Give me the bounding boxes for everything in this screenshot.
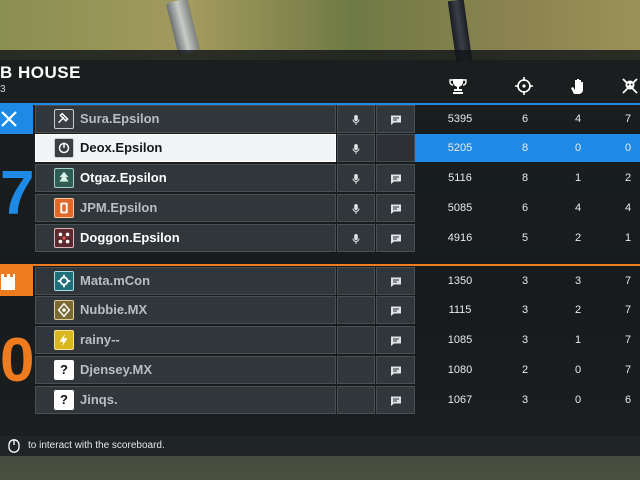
unknown-operator-icon: ? <box>54 390 74 410</box>
chat-icon[interactable] <box>390 304 402 316</box>
shield-operator-icon <box>54 198 74 218</box>
map-title: B HOUSE <box>0 63 81 82</box>
hammer-operator-icon <box>54 109 74 129</box>
player-row[interactable]: JPM.Epsilon 5085 6 4 4 <box>35 194 640 222</box>
player-name: Doggon.Epsilon <box>80 230 180 245</box>
player-deaths: 0 <box>624 142 632 154</box>
chat-icon[interactable] <box>390 202 402 214</box>
microphone-icon[interactable] <box>350 232 362 244</box>
player-name: Deox.Epsilon <box>80 140 163 155</box>
crosshair-icon <box>514 76 534 96</box>
player-name: rainy-- <box>80 332 120 347</box>
player-score: 1350 <box>447 275 473 287</box>
blue-team-badge <box>0 104 33 134</box>
player-score: 1115 <box>448 304 472 316</box>
mute-voice-cell[interactable] <box>337 296 375 324</box>
chat-icon[interactable] <box>390 334 402 346</box>
mute-voice-cell[interactable] <box>337 267 375 295</box>
chat-icon[interactable] <box>390 232 402 244</box>
drone-operator-icon <box>54 228 74 248</box>
trophy-icon <box>448 76 468 96</box>
player-row[interactable]: Deox.Epsilon 5205 8 0 0 <box>35 134 640 162</box>
player-deaths: 7 <box>624 275 632 287</box>
player-deaths: 7 <box>624 334 632 346</box>
gear-operator-icon <box>54 271 74 291</box>
blue-team-score: 7 <box>0 159 33 228</box>
orange-team-score: 0 <box>0 326 33 395</box>
player-row[interactable]: Nubbie.MX 1115 3 2 7 <box>35 296 640 324</box>
chat-icon[interactable] <box>390 172 402 184</box>
chat-icon[interactable] <box>390 275 402 287</box>
player-deaths: 2 <box>624 172 632 184</box>
microphone-icon[interactable] <box>350 142 362 154</box>
mute-voice-cell[interactable] <box>337 326 375 354</box>
mute-voice-cell[interactable] <box>337 356 375 384</box>
player-score: 4916 <box>447 232 473 244</box>
chat-icon[interactable] <box>390 394 402 406</box>
castle-icon <box>1 274 15 290</box>
player-deaths: 1 <box>624 232 632 244</box>
mute-voice-cell[interactable] <box>337 386 375 414</box>
player-name: Otgaz.Epsilon <box>80 170 167 185</box>
player-row[interactable]: Doggon.Epsilon 4916 5 2 1 <box>35 224 640 252</box>
bolt-operator-icon <box>54 330 74 350</box>
round-label: 3 <box>0 84 6 95</box>
player-row[interactable]: Otgaz.Epsilon 5116 8 1 2 <box>35 164 640 192</box>
player-row[interactable]: ? Djensey.MX 1080 2 0 7 <box>35 356 640 384</box>
player-row[interactable]: ? Jinqs. 1067 3 0 6 <box>35 386 640 414</box>
player-score: 1067 <box>447 394 473 406</box>
orange-team-badge <box>0 266 33 296</box>
skull-icon <box>620 76 640 96</box>
player-name: Djensey.MX <box>80 362 153 377</box>
player-name: Sura.Epsilon <box>80 111 160 126</box>
player-score: 5395 <box>447 113 473 125</box>
player-score: 5085 <box>447 202 473 214</box>
player-score: 1080 <box>447 364 473 376</box>
player-score: 5205 <box>447 142 473 154</box>
orange-team-divider <box>0 264 640 266</box>
power-operator-icon <box>54 138 74 158</box>
player-deaths: 6 <box>624 394 632 406</box>
player-name: Mata.mCon <box>80 273 151 288</box>
player-name: JPM.Epsilon <box>80 200 158 215</box>
crossed-swords-icon <box>1 111 17 127</box>
player-score: 5116 <box>448 172 472 184</box>
player-deaths: 4 <box>624 202 632 214</box>
player-row[interactable]: Sura.Epsilon 5395 6 4 7 <box>35 105 640 133</box>
microphone-icon[interactable] <box>350 172 362 184</box>
rune-operator-icon <box>54 300 74 320</box>
player-deaths: 7 <box>624 304 632 316</box>
hand-icon <box>568 76 588 96</box>
mute-chat-cell[interactable] <box>376 134 415 162</box>
mouse-icon <box>8 439 20 453</box>
player-name: Nubbie.MX <box>80 302 148 317</box>
player-row[interactable]: Mata.mCon 1350 3 3 7 <box>35 267 640 295</box>
player-name: Jinqs. <box>80 392 118 407</box>
chat-icon[interactable] <box>390 364 402 376</box>
player-row[interactable]: rainy-- 1085 3 1 7 <box>35 326 640 354</box>
microphone-icon[interactable] <box>350 202 362 214</box>
chat-icon[interactable] <box>390 113 402 125</box>
interact-hint: to interact with the scoreboard. <box>28 440 165 451</box>
player-score: 1085 <box>447 334 473 346</box>
unknown-operator-icon: ? <box>54 360 74 380</box>
tree-operator-icon <box>54 168 74 188</box>
microphone-icon[interactable] <box>350 113 362 125</box>
player-deaths: 7 <box>624 113 632 125</box>
player-deaths: 7 <box>624 364 632 376</box>
